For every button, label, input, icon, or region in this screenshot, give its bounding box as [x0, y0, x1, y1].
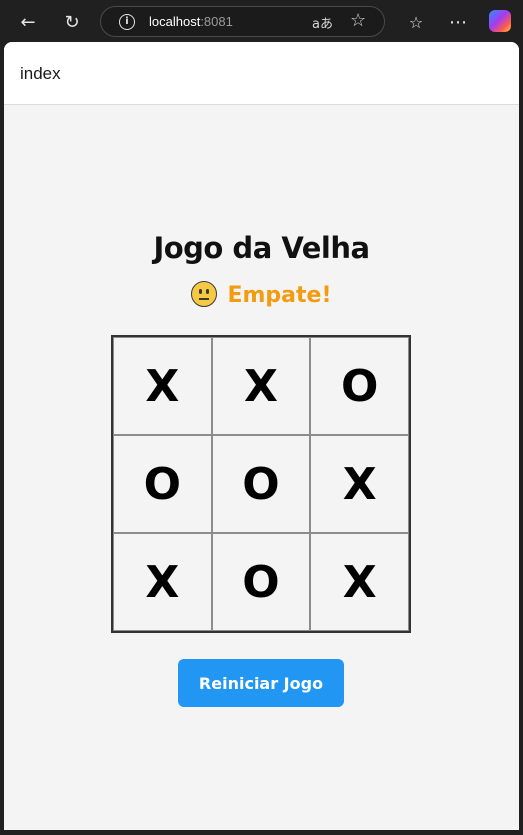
- board-cell[interactable]: O: [113, 435, 212, 533]
- site-info-icon[interactable]: i: [119, 14, 135, 30]
- board-cell[interactable]: O: [310, 337, 409, 435]
- back-arrow-icon[interactable]: ←: [14, 8, 42, 36]
- address-bar[interactable]: i localhost:8081 aあ ☆: [100, 6, 385, 37]
- url-text: localhost:8081: [149, 14, 233, 29]
- url-host: localhost: [149, 14, 201, 29]
- game-status: Empate!: [4, 281, 519, 308]
- board-cell[interactable]: X: [310, 435, 409, 533]
- restart-button[interactable]: Reiniciar Jogo: [178, 659, 344, 707]
- url-port: :8081: [200, 14, 233, 29]
- board-cell[interactable]: X: [113, 533, 212, 631]
- app-header-title: index: [20, 64, 61, 83]
- read-aloud-icon[interactable]: aあ: [312, 13, 333, 32]
- board-cell[interactable]: O: [211, 435, 311, 533]
- neutral-face-icon: [191, 281, 218, 307]
- board-cell[interactable]: X: [211, 337, 311, 435]
- status-text: Empate!: [227, 283, 332, 308]
- refresh-icon[interactable]: ↻: [58, 8, 86, 36]
- favorites-list-icon[interactable]: ☆: [402, 8, 430, 36]
- board-cell[interactable]: O: [211, 533, 311, 631]
- game-board: X X O O O X X O X: [111, 335, 411, 633]
- game-title: Jogo da Velha: [153, 231, 370, 265]
- board-cell[interactable]: X: [310, 533, 409, 631]
- page-viewport: index Jogo da Velha Empate! X X O O O X …: [4, 42, 519, 830]
- board-cell[interactable]: X: [113, 337, 212, 435]
- more-options-icon[interactable]: ⋯: [444, 8, 472, 36]
- browser-toolbar: ← ↻ i localhost:8081 aあ ☆ ☆ ⋯: [0, 0, 523, 42]
- favorite-star-icon[interactable]: ☆: [350, 10, 366, 31]
- copilot-icon[interactable]: [489, 10, 511, 32]
- app-header: index: [4, 42, 519, 105]
